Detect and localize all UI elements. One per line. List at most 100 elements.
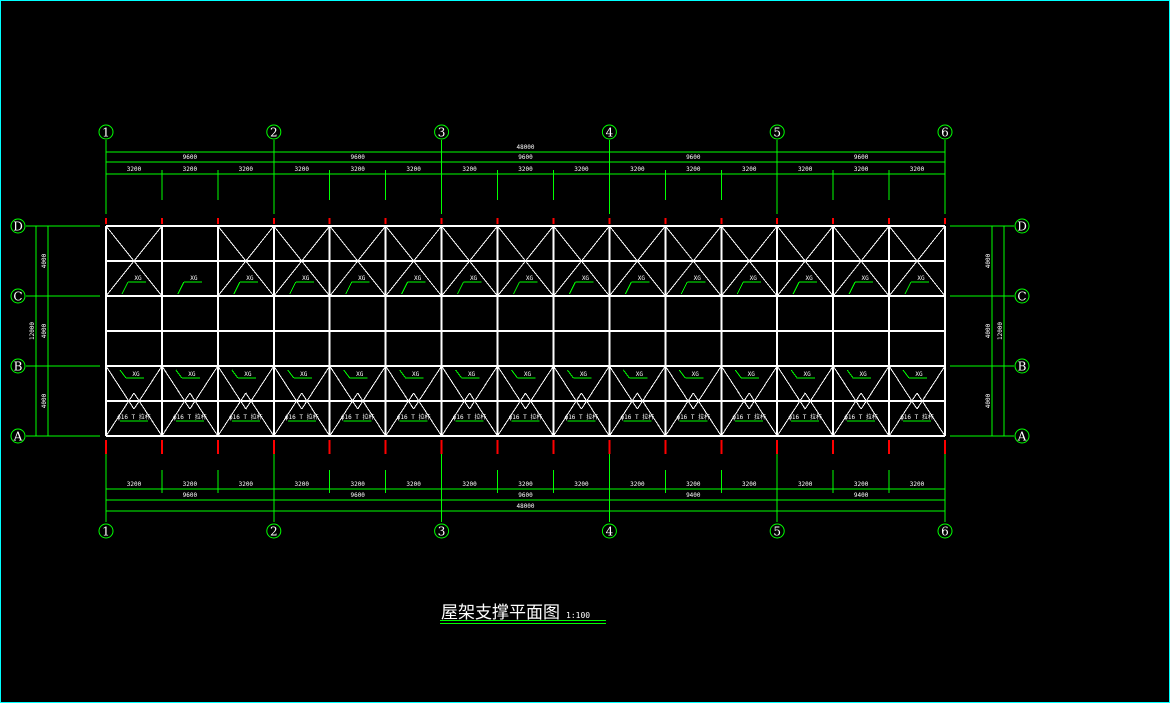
dim-text-sub: 3200 (295, 166, 310, 173)
label-leader (904, 281, 912, 295)
member-label: ϕ16 T 拉杆 (565, 413, 599, 421)
dim-text-bay: 9600 (518, 154, 533, 161)
label-leader (846, 369, 854, 379)
label-leader (680, 281, 688, 295)
dim-text-sub: 3200 (462, 166, 477, 173)
label-leader (121, 281, 129, 295)
dim-text-sub: 3200 (574, 166, 589, 173)
dim-text-sub: 3200 (239, 166, 254, 173)
row-axis-left-label: B (14, 360, 23, 374)
row-axis-left-label: D (13, 220, 23, 234)
label-leader (511, 369, 518, 379)
dim-text-sub: 3200 (630, 481, 645, 488)
dim-text-sub: 3200 (630, 166, 645, 173)
member-label: XG (748, 371, 756, 378)
row-axis-right-label: C (1017, 290, 1026, 304)
dim-text-overall: 48000 (516, 503, 534, 510)
member-label: ϕ16 T 拉杆 (676, 413, 710, 421)
dim-text-sub: 3200 (910, 481, 925, 488)
member-label: XG (917, 275, 925, 282)
column-axis-top-label: 2 (270, 126, 278, 140)
member-label: XG (356, 371, 364, 378)
row-axis-right-label: A (1017, 430, 1027, 444)
v-brace (776, 365, 806, 410)
member-label: XG (636, 371, 644, 378)
dim-text-bay: 9400 (686, 492, 701, 499)
dim-text-sub: 3200 (518, 166, 533, 173)
label-leader (902, 369, 910, 379)
member-label: XG (750, 275, 758, 282)
dim-text-bay: 9600 (518, 492, 533, 499)
label-leader (736, 281, 744, 295)
dim-text-sub: 3200 (798, 166, 813, 173)
member-label: XG (190, 275, 198, 282)
label-leader (790, 369, 798, 379)
label-leader (233, 281, 241, 295)
dim-text-sub: 3200 (350, 481, 365, 488)
label-leader (401, 281, 409, 295)
column-axis-top-label: 6 (941, 126, 949, 140)
label-leader (231, 369, 239, 379)
dim-text-sub: 3200 (910, 166, 925, 173)
dim-text-sub: 3200 (127, 166, 142, 173)
member-label: XG (804, 371, 812, 378)
member-label: XG (468, 371, 476, 378)
v-brace (161, 365, 191, 410)
member-label: XG (300, 371, 308, 378)
member-label: XG (582, 275, 590, 282)
label-leader (734, 369, 742, 379)
member-label: XG (132, 371, 140, 378)
dim-text-span: 4000 (985, 253, 992, 268)
dim-text-overall: 12000 (997, 322, 1004, 340)
member-label: ϕ16 T 拉杆 (173, 413, 207, 421)
v-brace (385, 365, 415, 410)
member-label: ϕ16 T 拉杆 (229, 413, 263, 421)
dim-text-bay: 9600 (854, 154, 869, 161)
dim-text-bay: 9600 (350, 154, 365, 161)
column-axis-bottom-label: 4 (606, 525, 614, 539)
member-label: XG (414, 275, 422, 282)
title-underline-double (440, 623, 606, 624)
member-label: ϕ16 T 拉杆 (117, 413, 151, 421)
v-brace (888, 365, 918, 410)
v-brace (664, 365, 694, 410)
dim-text-bay: 9600 (350, 492, 365, 499)
member-label: XG (861, 275, 869, 282)
member-label: XG (358, 275, 366, 282)
column-axis-bottom-label: 3 (438, 525, 446, 539)
v-brace (441, 365, 470, 410)
v-brace (720, 365, 750, 410)
row-axis-right-label: B (1018, 360, 1027, 374)
drawing-title-block: 屋架支撑平面图 1:100 (440, 598, 606, 624)
member-label: XG (244, 371, 252, 378)
v-brace (497, 365, 526, 410)
dimension-texts: 48000 9600 9600 9600 9600 9600 3200 3200 3200 320… (29, 144, 1004, 510)
dim-text-sub: 3200 (574, 481, 589, 488)
label-leader (513, 281, 520, 295)
dim-text-sub: 3200 (686, 481, 701, 488)
member-label: XG (188, 371, 196, 378)
label-leader (457, 281, 465, 295)
column-axis-bottom-label: 6 (941, 525, 949, 539)
dim-text-sub: 3200 (295, 481, 310, 488)
dim-text-sub: 3200 (742, 481, 757, 488)
dim-text-sub: 3200 (406, 166, 421, 173)
dim-text-bay: 9600 (183, 154, 198, 161)
member-label: ϕ16 T 拉杆 (397, 413, 431, 421)
member-label: XG (692, 371, 700, 378)
label-leader (624, 281, 632, 295)
dim-text-sub: 3200 (518, 481, 533, 488)
dim-text-overall: 48000 (516, 144, 534, 151)
member-label: XG (526, 275, 534, 282)
dim-text-sub: 3200 (127, 481, 142, 488)
drawing-scale: 1:100 (566, 611, 591, 620)
member-label: ϕ16 T 拉杆 (732, 413, 766, 421)
row-axis-left-label: C (13, 290, 22, 304)
member-label: XG (134, 275, 142, 282)
member-label: ϕ16 T 拉杆 (285, 413, 319, 421)
dim-text-span: 4000 (985, 323, 992, 338)
member-label: XG (638, 275, 646, 282)
v-brace (832, 365, 862, 410)
member-label: XG (694, 275, 702, 282)
member-label: XG (470, 275, 478, 282)
